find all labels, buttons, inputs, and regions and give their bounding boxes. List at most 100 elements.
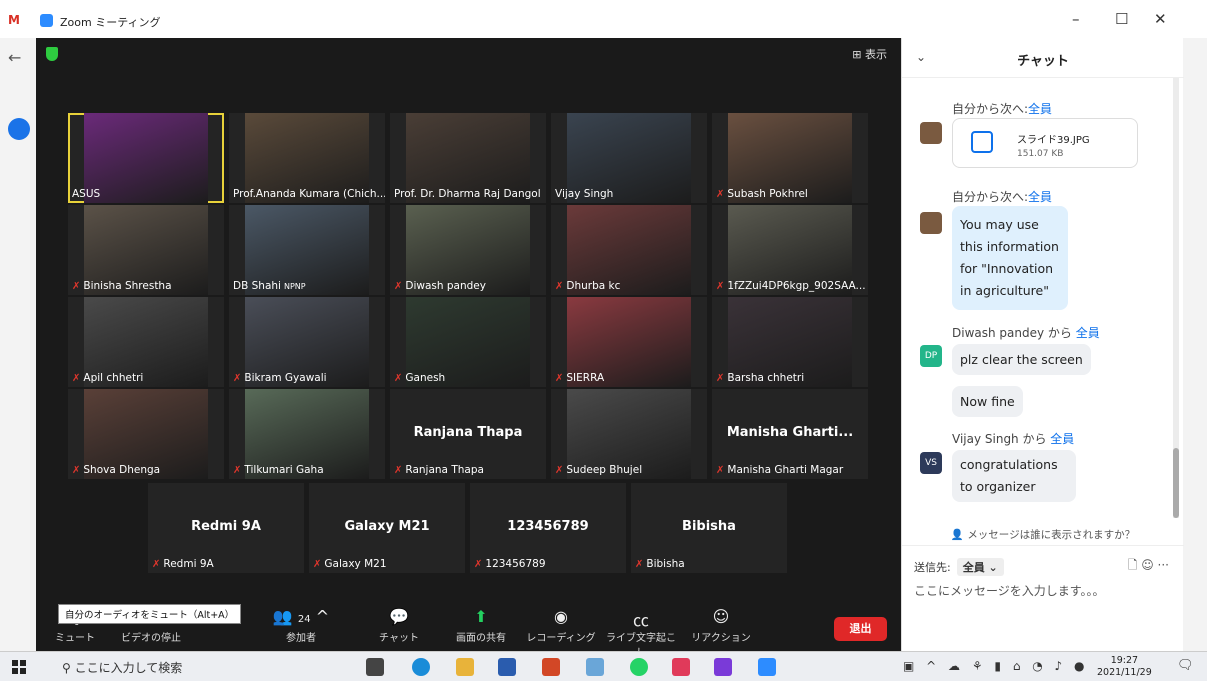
photos-icon[interactable]: [586, 658, 604, 676]
participant-name-label: ✗ Bibisha: [635, 558, 685, 570]
chat-scrollbar[interactable]: [1173, 78, 1179, 518]
whatsapp-icon[interactable]: [630, 658, 648, 676]
participant-tile[interactable]: ✗ SIERRA: [551, 297, 707, 387]
reactions-button[interactable]: ☺ リアクション: [686, 607, 756, 644]
send-to-row: 送信先: 全員 ⌄: [914, 558, 1004, 576]
participant-name: Galaxy M21: [324, 558, 387, 570]
pse-icon[interactable]: [714, 658, 732, 676]
participant-tile[interactable]: ✗ Shova Dhenga: [68, 389, 224, 479]
participant-subtitle: NPNP: [283, 281, 306, 291]
participant-name: Tilkumari Gaha: [244, 464, 324, 476]
gmail-tab-icon[interactable]: M: [8, 13, 20, 27]
muted-mic-icon: ✗: [152, 558, 161, 570]
chat-input[interactable]: ここにメッセージを入力します。。。: [914, 582, 1105, 599]
muted-mic-icon: ✗: [313, 558, 322, 570]
zoom-taskbar-icon[interactable]: [758, 658, 776, 676]
edge-icon[interactable]: [412, 658, 430, 676]
participant-display-name: Galaxy M21: [344, 519, 430, 534]
share-arrow-icon: ⬆: [474, 607, 488, 626]
file-attachment[interactable]: スライド39.JPG 151.07 KB: [952, 118, 1138, 168]
share-screen-button[interactable]: ⬆ 画面の共有: [446, 607, 516, 644]
messenger-icon[interactable]: [672, 658, 690, 676]
system-tray[interactable]: ▣ ^ ☁ ⚘ ▮ ⌂ ◔ ♪ ●: [903, 659, 1089, 673]
smiley-icon: ☺: [712, 607, 730, 626]
vs-avatar: VS: [920, 452, 942, 474]
participant-tile[interactable]: DB Shahi NPNP: [229, 205, 385, 295]
scroll-thumb[interactable]: [1173, 448, 1179, 518]
my-avatar: [920, 212, 942, 234]
security-shield-icon[interactable]: [46, 47, 58, 61]
participant-tile[interactable]: 123456789 ✗ 123456789: [470, 483, 626, 573]
muted-mic-icon: ✗: [394, 372, 403, 384]
word-icon[interactable]: [498, 658, 516, 676]
muted-mic-icon: ✗: [72, 372, 81, 384]
participant-tile[interactable]: ✗ Barsha chhetri: [712, 297, 868, 387]
window-title: Zoom ミーティング: [60, 16, 161, 29]
powerpoint-icon[interactable]: [542, 658, 560, 676]
participant-tile[interactable]: ✗ Binisha Shrestha: [68, 205, 224, 295]
participant-tile[interactable]: ✗ Diwash pandey: [390, 205, 546, 295]
participant-tile[interactable]: ✗ Bikram Gyawali: [229, 297, 385, 387]
message-bubble: congratulations to organizer: [952, 450, 1076, 502]
muted-mic-icon: ✗: [394, 464, 403, 476]
participant-name-label: Prof.Ananda Kumara (Chich...: [233, 188, 385, 200]
participant-name: ASUS: [72, 188, 101, 200]
participant-tile[interactable]: ✗ 1fZZui4DP6kgp_902SAA...: [712, 205, 868, 295]
chat-button[interactable]: 💬 チャット: [364, 607, 434, 644]
file-icon[interactable]: 🗋: [1128, 558, 1138, 572]
participant-tile[interactable]: ✗ Subash Pokhrel: [712, 113, 868, 203]
task-view-icon[interactable]: [366, 658, 384, 676]
participant-name: Dhurba kc: [566, 280, 621, 292]
file-size: 151.07 KB: [1017, 149, 1064, 159]
participant-name-label: ✗ Binisha Shrestha: [72, 280, 172, 292]
browser-profile-icon[interactable]: [8, 118, 30, 140]
participant-name-label: ✗ 123456789: [474, 558, 546, 570]
participant-tile[interactable]: ✗ Dhurba kc: [551, 205, 707, 295]
participant-name: Manisha Gharti Magar: [727, 464, 844, 476]
participant-tile[interactable]: Vijay Singh: [551, 113, 707, 203]
participant-tile[interactable]: ✗ Apil chhetri: [68, 297, 224, 387]
muted-mic-icon: ✗: [72, 280, 81, 292]
more-icon[interactable]: ···: [1158, 558, 1169, 572]
participant-tile[interactable]: Manisha Gharti... ✗ Manisha Gharti Magar: [712, 389, 868, 479]
leave-button[interactable]: 退出: [834, 617, 887, 641]
recipient-select[interactable]: 全員 ⌄: [956, 558, 1004, 576]
participant-tile[interactable]: ✗ Sudeep Bhujel: [551, 389, 707, 479]
view-button[interactable]: ⊞ 表示: [852, 46, 887, 62]
notification-icon[interactable]: 🗨: [1177, 658, 1194, 673]
maximize-icon[interactable]: ☐: [1115, 10, 1128, 28]
chat-title: チャット: [1017, 54, 1069, 69]
who-can-see-link[interactable]: 👤 メッセージは誰に表示されますか？: [902, 524, 1184, 546]
participant-tile[interactable]: Bibisha ✗ Bibisha: [631, 483, 787, 573]
participant-tile[interactable]: ✗ Ganesh: [390, 297, 546, 387]
taskbar-search[interactable]: ⚲ ここに入力して検索: [62, 659, 182, 676]
participant-tile[interactable]: ✗ Tilkumari Gaha: [229, 389, 385, 479]
participant-name-label: Prof. Dr. Dharma Raj Dangol: [394, 188, 541, 200]
participant-name: 123456789: [485, 558, 546, 570]
muted-mic-icon: ✗: [474, 558, 483, 570]
participant-name-label: ✗ Manisha Gharti Magar: [716, 464, 843, 476]
participant-tile[interactable]: Prof. Dr. Dharma Raj Dangol: [390, 113, 546, 203]
record-button[interactable]: ◉ レコーディング: [526, 607, 596, 644]
participant-tile[interactable]: Redmi 9A ✗ Redmi 9A: [148, 483, 304, 573]
windows-start-icon[interactable]: [12, 660, 26, 674]
participant-tile[interactable]: Prof.Ananda Kumara (Chich...: [229, 113, 385, 203]
participant-name-label: Vijay Singh: [555, 188, 613, 200]
chat-header: ⌄ チャット: [902, 38, 1184, 78]
emoji-icon[interactable]: ☺: [1141, 558, 1154, 572]
participant-name-label: ASUS: [72, 188, 100, 200]
participant-tile[interactable]: ASUS: [68, 113, 224, 203]
participant-name-label: ✗ Ranjana Thapa: [394, 464, 484, 476]
message-bubble: You may use this information for "Innova…: [952, 206, 1068, 310]
back-arrow-icon[interactable]: ←: [8, 48, 21, 67]
participant-tile[interactable]: Ranjana Thapa ✗ Ranjana Thapa: [390, 389, 546, 479]
minimize-icon[interactable]: –: [1072, 10, 1080, 28]
file-explorer-icon[interactable]: [456, 658, 474, 676]
clock[interactable]: 19:27 2021/11/29: [1097, 655, 1152, 679]
muted-mic-icon: ✗: [394, 280, 403, 292]
participant-tile[interactable]: Galaxy M21 ✗ Galaxy M21: [309, 483, 465, 573]
close-icon[interactable]: ✕: [1154, 10, 1167, 28]
muted-mic-icon: ✗: [716, 188, 725, 200]
participant-display-name: Bibisha: [682, 519, 736, 534]
participants-button[interactable]: 👥 24 ^ 参加者: [266, 607, 336, 644]
